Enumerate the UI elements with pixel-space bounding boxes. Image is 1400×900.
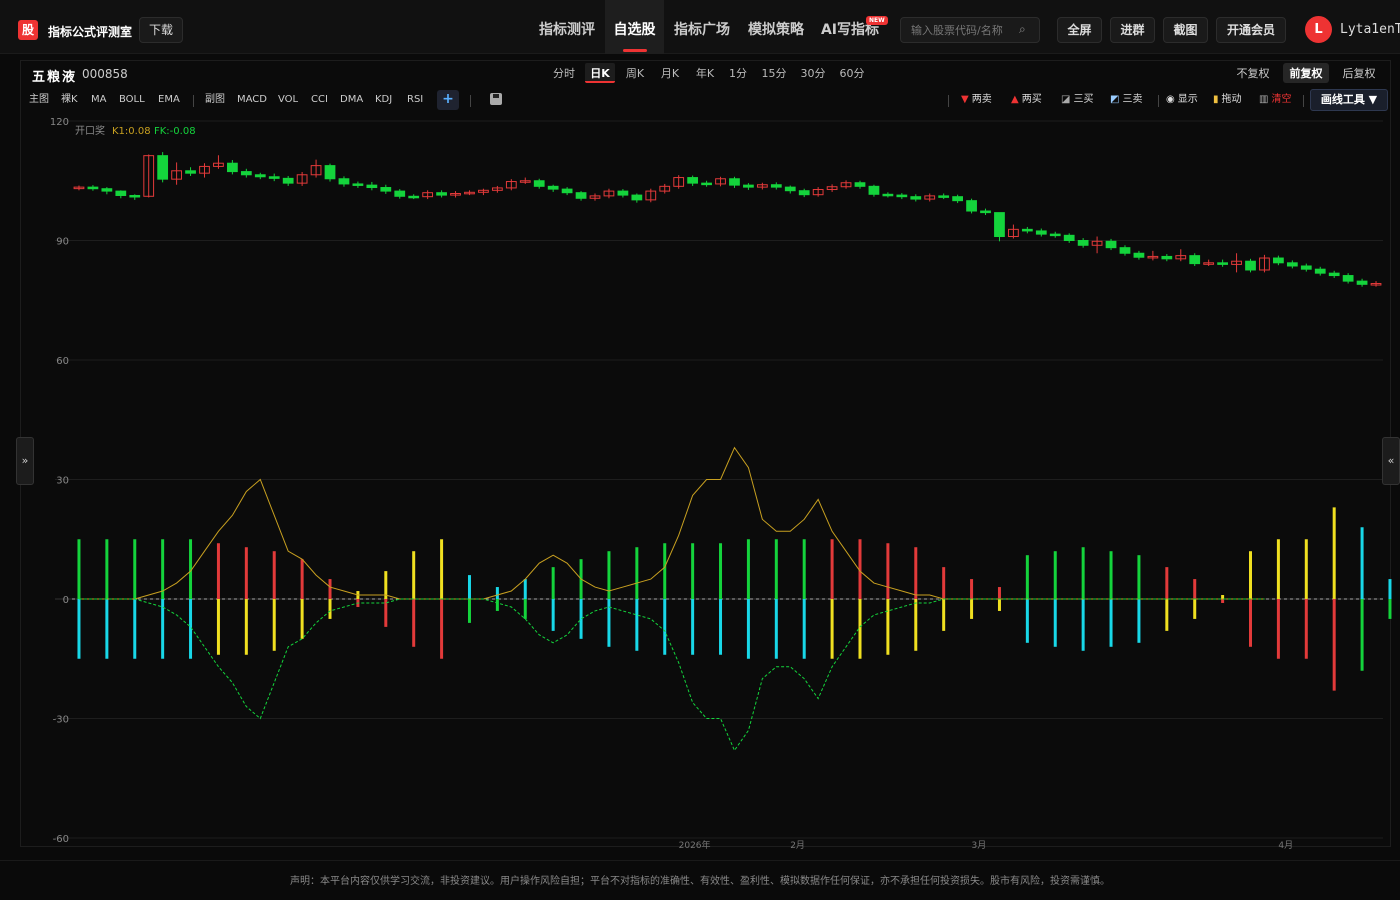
candle-body xyxy=(575,192,587,199)
candle-body xyxy=(729,178,740,186)
y-tick-label: 90 xyxy=(56,237,69,248)
candle-body xyxy=(227,162,238,173)
candle-body xyxy=(547,185,559,190)
candle-body xyxy=(129,194,141,198)
candle-body xyxy=(882,193,894,197)
candle-body xyxy=(1035,230,1047,235)
candle-body xyxy=(1105,240,1117,249)
y-tick-label: 0 xyxy=(63,595,69,606)
candle-body xyxy=(1063,234,1075,242)
candle-body xyxy=(910,196,922,200)
candle-body xyxy=(1217,262,1228,265)
candle-body xyxy=(743,184,754,188)
candle-body xyxy=(1161,255,1173,260)
disclaimer-footer: 声明：本平台内容仅供学习交流，非投资建议。用户操作风险自担；平台不对指标的准确性… xyxy=(0,860,1400,900)
y-tick-label: 30 xyxy=(56,476,69,487)
stock-chart[interactable]: 120 90 60 30 0 -30 -60 2026年 2月 3月 4月 开口奖 K1:0.08 FK:… xyxy=(0,0,1400,900)
candle-body xyxy=(784,186,796,192)
candle-body xyxy=(1273,257,1284,264)
legend-title: 开口奖 xyxy=(75,124,105,137)
legend-k1: K1:0.08 xyxy=(112,126,151,137)
candle-body xyxy=(938,195,950,198)
y-tick-label: -60 xyxy=(53,834,69,845)
candle-body xyxy=(561,188,573,194)
candle-body xyxy=(380,187,392,192)
x-tick-label: 2月 xyxy=(790,840,805,851)
candle-body xyxy=(1077,240,1089,246)
candle-body xyxy=(533,180,545,187)
candle-body xyxy=(1314,268,1326,274)
candle-body xyxy=(617,190,629,196)
candle-body xyxy=(436,192,447,196)
candle-body xyxy=(366,184,378,189)
candle-body xyxy=(1119,247,1131,254)
candle-body xyxy=(1300,265,1312,270)
candle-body xyxy=(157,155,169,180)
candle-body xyxy=(268,176,280,179)
candle-body xyxy=(1245,260,1256,271)
candle-body xyxy=(952,196,964,202)
candle-body xyxy=(994,212,1005,238)
candle-body xyxy=(1049,233,1061,237)
candle-body xyxy=(1133,252,1145,258)
candle-body xyxy=(1021,228,1033,232)
candle-body xyxy=(282,177,294,184)
candle-body xyxy=(254,174,266,178)
candle-body xyxy=(687,177,699,184)
candle-body xyxy=(631,194,643,201)
candle-body xyxy=(338,178,350,185)
app-root: 股 指标公式评测室 下载 指标测评 自选股 指标广场 模拟策略 AI写指标 NE… xyxy=(0,0,1400,900)
candle-body xyxy=(896,194,908,198)
candle-body xyxy=(798,190,810,196)
candle-body xyxy=(980,210,991,214)
candle-body xyxy=(87,186,99,190)
candle-body xyxy=(854,182,866,187)
x-tick-label: 2026年 xyxy=(679,839,711,851)
candle-body xyxy=(966,200,977,212)
expand-left-toggle[interactable]: » xyxy=(16,437,34,485)
candle-body xyxy=(1356,280,1368,285)
x-tick-label: 4月 xyxy=(1278,840,1293,851)
candle-body xyxy=(770,184,782,188)
fk-line xyxy=(78,598,1265,752)
candle-body xyxy=(868,185,880,195)
expand-right-toggle[interactable]: « xyxy=(1382,437,1400,485)
candle-body xyxy=(1189,255,1201,265)
candle-body xyxy=(701,182,712,186)
y-tick-label: -30 xyxy=(53,715,69,726)
y-tick-label: 60 xyxy=(56,356,69,367)
candle-body xyxy=(408,195,420,199)
candle-body xyxy=(1286,262,1298,267)
candle-body xyxy=(1342,275,1354,282)
candle-body xyxy=(185,170,196,174)
y-tick-label: 120 xyxy=(50,117,69,128)
candle-body xyxy=(352,183,364,186)
x-tick-label: 3月 xyxy=(972,840,987,851)
candle-body xyxy=(394,190,406,197)
candle-body xyxy=(240,171,252,176)
k1-line xyxy=(78,446,1265,600)
candle-body xyxy=(115,190,127,196)
candle-body xyxy=(1328,272,1340,277)
candle-body xyxy=(324,165,336,180)
legend-fk: FK:-0.08 xyxy=(154,126,196,137)
candle-body xyxy=(101,188,113,192)
